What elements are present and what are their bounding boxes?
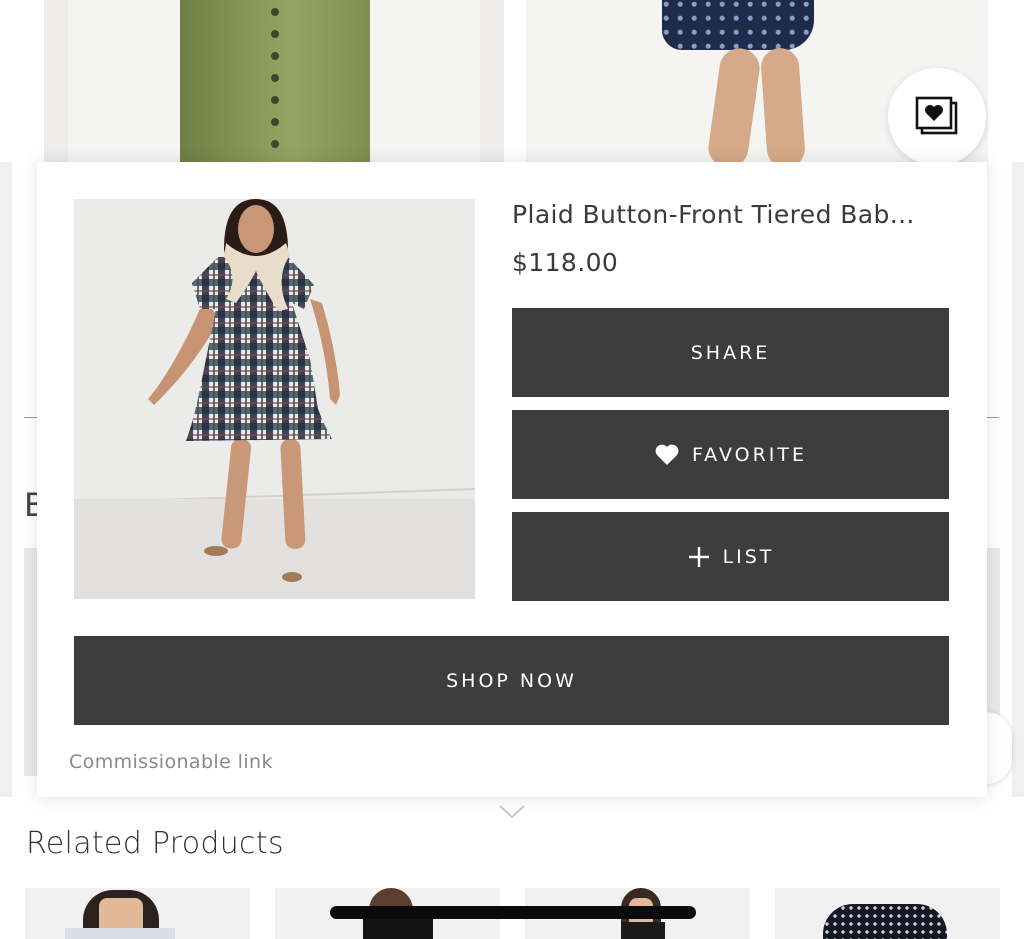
favorite-button[interactable]: FAVORITE (512, 410, 949, 499)
save-to-collection-button[interactable] (888, 68, 986, 166)
bg-card-partial-left (24, 548, 38, 776)
share-button-label: SHARE (690, 341, 771, 364)
related-product-card[interactable] (775, 888, 1000, 939)
chevron-down-icon[interactable] (498, 804, 526, 820)
product-quickview-modal: Plaid Button-Front Tiered Bab... $118.00… (37, 162, 987, 797)
product-image-navy-dress (662, 0, 814, 50)
plus-icon (687, 545, 711, 569)
home-indicator[interactable] (330, 906, 696, 919)
product-title[interactable]: Plaid Button-Front Tiered Bab... (512, 200, 952, 229)
product-image[interactable] (74, 199, 475, 599)
bg-side-card-right (1012, 162, 1024, 797)
bg-side-card-left (0, 162, 12, 797)
product-price: $118.00 (512, 248, 619, 277)
add-to-list-button[interactable]: LIST (512, 512, 949, 601)
bg-product-card-green-skirt[interactable] (44, 0, 504, 170)
shop-now-button[interactable]: SHOP NOW (74, 636, 949, 725)
heart-icon (654, 443, 680, 467)
share-button[interactable]: SHARE (512, 308, 949, 397)
favorite-button-label: FAVORITE (691, 443, 807, 466)
commissionable-link-note: Commissionable link (69, 751, 273, 773)
related-product-card[interactable] (25, 888, 250, 939)
related-products-heading: Related Products (26, 826, 284, 861)
add-to-list-button-label: LIST (722, 545, 775, 568)
photo-heart-stack-icon (915, 96, 958, 135)
shop-now-button-label: SHOP NOW (446, 669, 577, 692)
